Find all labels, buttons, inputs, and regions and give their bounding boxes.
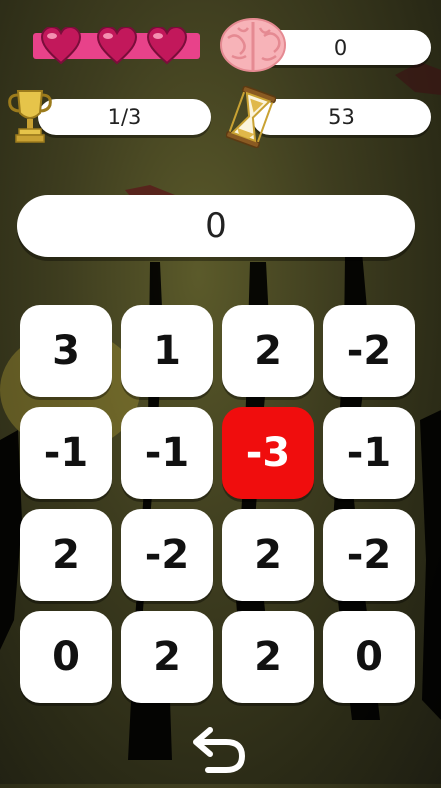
number-tile[interactable]: 0 — [323, 611, 415, 703]
number-tile[interactable]: 1 — [121, 305, 213, 397]
heart-icon — [41, 27, 81, 65]
brain-icon — [220, 18, 286, 72]
progress-display: 1/3 — [38, 99, 211, 135]
number-tile[interactable]: -1 — [121, 407, 213, 499]
answer-display: 0 — [17, 195, 415, 257]
number-tile[interactable]: 2 — [222, 611, 314, 703]
hourglass-icon — [226, 86, 276, 148]
number-tile[interactable]: 2 — [222, 509, 314, 601]
number-tile[interactable]: -2 — [121, 509, 213, 601]
timer-display: 53 — [252, 99, 431, 135]
answer-value: 0 — [205, 206, 227, 246]
number-tile-selected[interactable]: -3 — [222, 407, 314, 499]
heart-icon — [97, 27, 137, 65]
number-tile[interactable]: -2 — [323, 509, 415, 601]
number-tile[interactable]: 2 — [222, 305, 314, 397]
timer-value: 53 — [328, 105, 355, 129]
undo-icon[interactable] — [188, 720, 252, 776]
number-tile[interactable]: -1 — [323, 407, 415, 499]
number-grid: 3 1 2 -2 -1 -1 -3 -1 2 -2 2 -2 0 2 2 0 — [20, 305, 420, 703]
progress-value: 1/3 — [107, 105, 142, 129]
number-tile[interactable]: -1 — [20, 407, 112, 499]
heart-icon — [147, 27, 187, 65]
score-value: 0 — [333, 35, 348, 60]
number-tile[interactable]: 2 — [121, 611, 213, 703]
lives-bar — [33, 27, 200, 65]
number-tile[interactable]: -2 — [323, 305, 415, 397]
number-tile[interactable]: 0 — [20, 611, 112, 703]
number-tile[interactable]: 2 — [20, 509, 112, 601]
number-tile[interactable]: 3 — [20, 305, 112, 397]
trophy-icon — [8, 90, 52, 143]
